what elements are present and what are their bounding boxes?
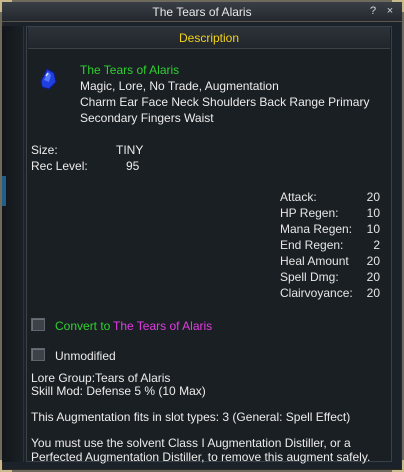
stat-value: 20 xyxy=(366,254,380,268)
frame-corner xyxy=(392,460,404,472)
stat-label: Heal Amount xyxy=(280,254,349,268)
stat-value: 2 xyxy=(373,238,380,252)
rec-level-label: Rec Level: xyxy=(31,159,88,173)
blue-gem-icon xyxy=(37,67,59,91)
lore-group: Lore Group:Tears of Alaris xyxy=(31,371,171,385)
stat-label: HP Regen: xyxy=(280,206,339,220)
stat-value: 10 xyxy=(366,222,380,236)
rec-level-value: 95 xyxy=(126,159,140,173)
distiller-line1: You must use the solvent Class I Augment… xyxy=(31,436,351,450)
stat-value: 10 xyxy=(366,206,380,220)
stat-label: Mana Regen: xyxy=(280,222,353,236)
convert-target: The Tears of Alaris xyxy=(113,319,213,333)
help-button[interactable]: ? xyxy=(366,5,380,18)
stat-label: Clairvoyance: xyxy=(280,286,353,300)
stat-label: End Regen: xyxy=(280,238,344,252)
stat-clairvoyance: Clairvoyance: 20 xyxy=(280,286,380,302)
close-button[interactable]: × xyxy=(383,5,397,18)
stat-heal-amount: Heal Amount 20 xyxy=(280,254,380,270)
fits-slot-types: This Augmentation fits in slot types: 3 … xyxy=(31,410,351,424)
stat-value: 20 xyxy=(366,190,380,204)
stat-attack: Attack: 20 xyxy=(280,190,380,206)
skill-mod: Skill Mod: Defense 5 % (10 Max) xyxy=(31,384,206,398)
stat-end-regen: End Regen: 2 xyxy=(280,238,380,254)
item-slots-line2: Secondary Fingers Waist xyxy=(80,111,214,125)
unmodified-label: Unmodified xyxy=(55,349,116,363)
stat-label: Spell Dmg: xyxy=(280,270,339,284)
distiller-line2: Perfected Augmentation Distiller, to rem… xyxy=(31,450,371,464)
side-strip xyxy=(2,26,24,462)
item-name: The Tears of Alaris xyxy=(80,63,180,77)
title-bar[interactable]: The Tears of Alaris ? × xyxy=(2,2,402,22)
item-flags: Magic, Lore, No Trade, Augmentation xyxy=(80,79,279,93)
unmodified-checkbox[interactable] xyxy=(31,348,45,361)
convert-prefix: Convert to xyxy=(55,319,111,333)
stat-value: 20 xyxy=(366,270,380,284)
item-slots-line1: Charm Ear Face Neck Shoulders Back Range… xyxy=(80,95,370,109)
description-panel: Description The Tears of Alaris Magic, L… xyxy=(26,26,392,464)
window-title: The Tears of Alaris xyxy=(152,5,252,19)
size-value: TINY xyxy=(116,143,144,157)
stat-spell-dmg: Spell Dmg: 20 xyxy=(280,270,380,286)
stat-mana-regen: Mana Regen: 10 xyxy=(280,222,380,238)
size-label: Size: xyxy=(31,143,58,157)
stat-hp-regen: HP Regen: 10 xyxy=(280,206,380,222)
item-window: The Tears of Alaris ? × Description The … xyxy=(0,0,404,472)
description-header: Description xyxy=(28,27,390,49)
convert-checkbox[interactable] xyxy=(31,318,45,331)
stat-value: 20 xyxy=(366,286,380,300)
stat-label: Attack: xyxy=(280,190,317,204)
side-glow xyxy=(2,176,6,206)
